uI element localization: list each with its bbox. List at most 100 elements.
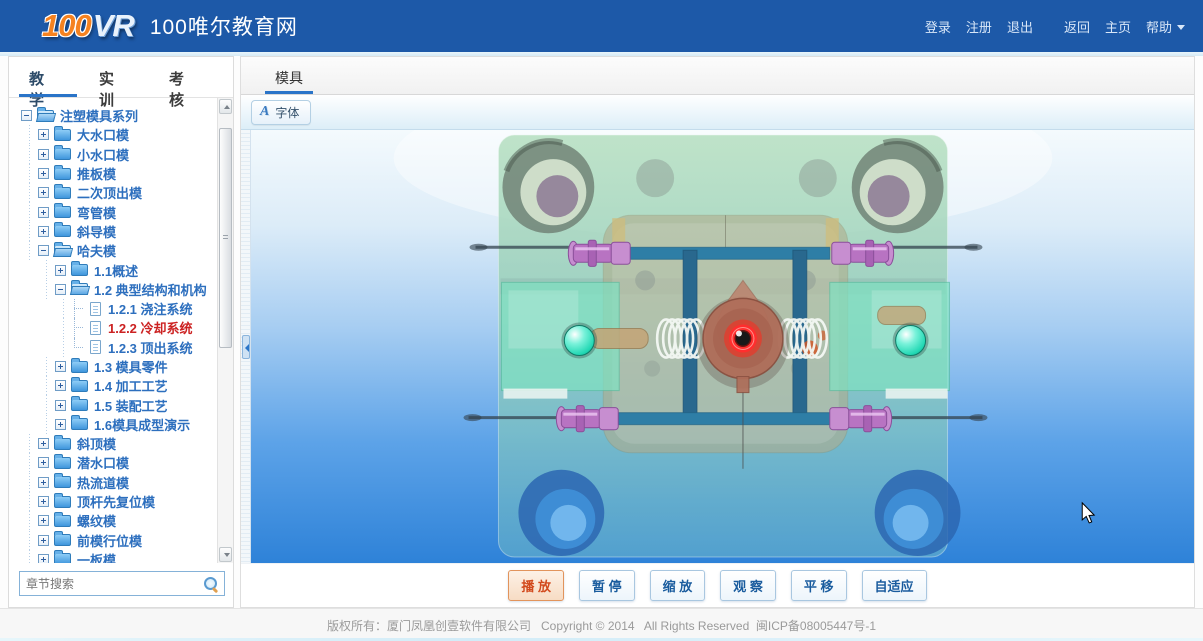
scroll-down-icon[interactable] bbox=[219, 547, 232, 562]
tree-item-label[interactable]: 大水口模 bbox=[74, 125, 129, 144]
tree-item[interactable]: 二次顶出模 bbox=[19, 183, 217, 202]
tree-item[interactable]: 小水口模 bbox=[19, 145, 217, 164]
tree-item[interactable]: 前模行位模 bbox=[19, 531, 217, 550]
folder-open-icon bbox=[71, 283, 88, 295]
tree-item-label[interactable]: 推板模 bbox=[74, 164, 116, 183]
expand-icon[interactable] bbox=[38, 438, 49, 449]
expand-icon[interactable] bbox=[55, 400, 66, 411]
tree-item[interactable]: 1.2 典型结构和机构 bbox=[19, 280, 217, 299]
tree-item-label[interactable]: 1.5 装配工艺 bbox=[91, 396, 168, 415]
tree-item-label[interactable]: 1.4 加工工艺 bbox=[91, 376, 168, 395]
nav-link-back[interactable]: 返回 bbox=[1064, 17, 1090, 36]
nav-link-help[interactable]: 帮助 bbox=[1146, 17, 1185, 36]
expand-icon[interactable] bbox=[38, 554, 49, 563]
nav-link-logout[interactable]: 退出 bbox=[1007, 17, 1033, 36]
nav-link-login[interactable]: 登录 bbox=[925, 17, 951, 36]
observe-button[interactable]: 观 察 bbox=[720, 570, 776, 601]
expand-icon[interactable] bbox=[38, 149, 49, 160]
autofit-button[interactable]: 自适应 bbox=[862, 570, 927, 601]
expand-icon[interactable] bbox=[38, 515, 49, 526]
collapse-handle-icon[interactable] bbox=[242, 335, 250, 359]
tree-item[interactable]: 1.2.1 浇注系统 bbox=[19, 299, 217, 318]
tree-item-label[interactable]: 热流道模 bbox=[74, 473, 129, 492]
search-icon[interactable] bbox=[202, 575, 220, 593]
nav-link-home[interactable]: 主页 bbox=[1105, 17, 1131, 36]
tree-item[interactable]: 斜顶模 bbox=[19, 434, 217, 453]
tree-item-label[interactable]: 螺纹模 bbox=[74, 511, 116, 530]
expand-icon[interactable] bbox=[55, 419, 66, 430]
tree-item-label[interactable]: 1.2.2 冷却系统 bbox=[105, 318, 193, 337]
tree-item-label[interactable]: 斜顶模 bbox=[74, 434, 116, 453]
tree-item-label[interactable]: 一板模 bbox=[74, 550, 116, 563]
tree-item[interactable]: 热流道模 bbox=[19, 473, 217, 492]
expand-icon[interactable] bbox=[38, 129, 49, 140]
collapse-icon[interactable] bbox=[38, 245, 49, 256]
tree-item[interactable]: 斜导模 bbox=[19, 222, 217, 241]
tree-item-label[interactable]: 顶杆先复位模 bbox=[74, 492, 155, 511]
site-logo[interactable]: 100VR bbox=[42, 8, 134, 44]
tree-item-label[interactable]: 潜水口模 bbox=[74, 453, 129, 472]
tree-item[interactable]: 顶杆先复位模 bbox=[19, 492, 217, 511]
pause-button[interactable]: 暂 停 bbox=[579, 570, 635, 601]
tree-item[interactable]: 1.4 加工工艺 bbox=[19, 376, 217, 395]
tree-scrollbar[interactable] bbox=[217, 98, 233, 563]
tree-item-label[interactable]: 二次顶出模 bbox=[74, 183, 142, 202]
tree-item[interactable]: 推板模 bbox=[19, 164, 217, 183]
sidebar-tab-training[interactable]: 实 训 bbox=[93, 57, 149, 97]
collapse-icon[interactable] bbox=[21, 110, 32, 121]
expand-icon[interactable] bbox=[38, 477, 49, 488]
tree-item[interactable]: 潜水口模 bbox=[19, 453, 217, 472]
tree-item[interactable]: 注塑模具系列 bbox=[19, 106, 217, 125]
tree-item-label[interactable]: 哈夫模 bbox=[74, 241, 116, 260]
tree-item-label[interactable]: 1.2 典型结构和机构 bbox=[91, 280, 207, 299]
pan-button[interactable]: 平 移 bbox=[791, 570, 847, 601]
tree-item[interactable]: 大水口模 bbox=[19, 125, 217, 144]
tree-item-label[interactable]: 1.6模具成型演示 bbox=[91, 415, 190, 434]
expand-icon[interactable] bbox=[38, 226, 49, 237]
expand-icon[interactable] bbox=[38, 207, 49, 218]
expand-icon[interactable] bbox=[38, 168, 49, 179]
search-input[interactable] bbox=[20, 577, 202, 591]
tree-item[interactable]: 1.2.3 顶出系统 bbox=[19, 338, 217, 357]
collapse-icon[interactable] bbox=[55, 284, 66, 295]
tree-item-label[interactable]: 斜导模 bbox=[74, 222, 116, 241]
tree-item-label[interactable]: 1.2.3 顶出系统 bbox=[105, 338, 193, 357]
tree-item-label[interactable]: 1.3 模具零件 bbox=[91, 357, 168, 376]
tree-item[interactable]: 一板模 bbox=[19, 550, 217, 563]
tree-item-label[interactable]: 1.1概述 bbox=[91, 261, 138, 280]
font-button-label: 字体 bbox=[275, 104, 299, 121]
tree-item[interactable]: 1.1概述 bbox=[19, 260, 217, 279]
expand-icon[interactable] bbox=[55, 361, 66, 372]
tree-item-label[interactable]: 弯管模 bbox=[74, 203, 116, 222]
zoom-button[interactable]: 缩 放 bbox=[650, 570, 706, 601]
tree-item[interactable]: 1.5 装配工艺 bbox=[19, 395, 217, 414]
tree-item[interactable]: 1.3 模具零件 bbox=[19, 357, 217, 376]
tree-item[interactable]: 1.2.2 冷却系统 bbox=[19, 318, 217, 337]
font-button[interactable]: A 字体 bbox=[251, 100, 311, 125]
expand-icon[interactable] bbox=[55, 380, 66, 391]
sidebar: 教 学实 训考 核 注塑模具系列大水口模小水口模推板模二次顶出模弯管模斜导模哈夫… bbox=[8, 56, 234, 608]
scrollbar-thumb[interactable] bbox=[219, 128, 232, 348]
expand-icon[interactable] bbox=[38, 187, 49, 198]
tree-item[interactable]: 弯管模 bbox=[19, 202, 217, 221]
tree-item-label[interactable]: 注塑模具系列 bbox=[57, 106, 138, 125]
tree-item-label[interactable]: 前模行位模 bbox=[74, 531, 142, 550]
tree-item[interactable]: 哈夫模 bbox=[19, 241, 217, 260]
playback-controls: 播 放暂 停缩 放观 察平 移自适应 bbox=[241, 563, 1194, 607]
panel-splitter[interactable] bbox=[241, 130, 251, 563]
expand-icon[interactable] bbox=[55, 265, 66, 276]
tree-item-label[interactable]: 1.2.1 浇注系统 bbox=[105, 299, 193, 318]
3d-viewport[interactable] bbox=[251, 130, 1194, 563]
scroll-up-icon[interactable] bbox=[219, 99, 232, 114]
sidebar-tab-assessment[interactable]: 考 核 bbox=[163, 57, 219, 97]
expand-icon[interactable] bbox=[38, 535, 49, 546]
tree-item-label[interactable]: 小水口模 bbox=[74, 145, 129, 164]
play-button[interactable]: 播 放 bbox=[508, 570, 564, 601]
tab-mold[interactable]: 模具 bbox=[265, 57, 313, 94]
expand-icon[interactable] bbox=[38, 457, 49, 468]
expand-icon[interactable] bbox=[38, 496, 49, 507]
nav-link-register[interactable]: 注册 bbox=[966, 17, 992, 36]
sidebar-tab-teaching[interactable]: 教 学 bbox=[23, 57, 79, 97]
tree-item[interactable]: 螺纹模 bbox=[19, 511, 217, 530]
tree-item[interactable]: 1.6模具成型演示 bbox=[19, 415, 217, 434]
